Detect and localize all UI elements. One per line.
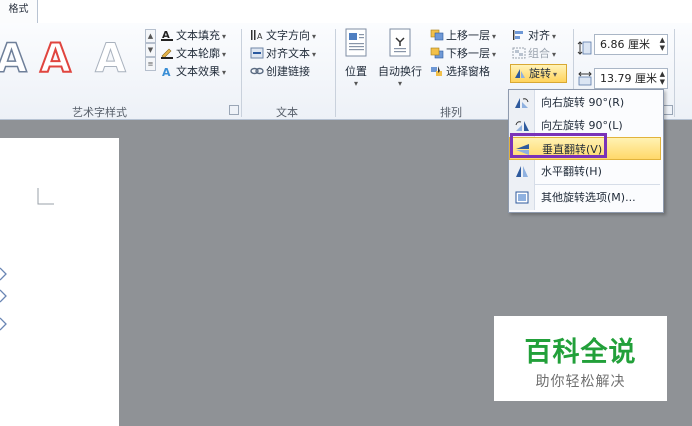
- gallery-down-button[interactable]: ▼: [145, 43, 156, 57]
- flip-horizontal-icon: [516, 166, 528, 177]
- wordart-dialog-launcher[interactable]: [229, 105, 239, 115]
- text-direction-button[interactable]: A 文字方向 ▾: [250, 27, 316, 45]
- menu-item-label: 其他旋转选项(M)...: [541, 191, 636, 204]
- text-fill-label: 文本填充: [176, 29, 220, 42]
- selection-pane-button[interactable]: 选择窗格: [430, 63, 490, 81]
- text-outline-button[interactable]: 文本轮廓 ▾: [160, 45, 226, 63]
- shape-height-icon: [577, 41, 592, 55]
- document-page[interactable]: [0, 138, 119, 426]
- text-fill-button[interactable]: A 文本填充 ▾: [160, 27, 226, 45]
- position-label: 位置: [345, 65, 367, 78]
- text-outline-label: 文本轮廓: [176, 47, 220, 60]
- align-text-button[interactable]: 对齐文本 ▾: [250, 45, 316, 63]
- gallery-up-button[interactable]: ▲: [145, 29, 156, 43]
- wordart-style-light[interactable]: A: [95, 37, 127, 82]
- rotate-icon: [515, 69, 525, 78]
- position-button[interactable]: 位置 ▾: [340, 28, 372, 88]
- align-icon: [513, 30, 523, 40]
- menu-separator: [535, 184, 660, 185]
- shape-width-input[interactable]: 13.79 厘米 ▲ ▼: [594, 68, 668, 89]
- svg-text:A: A: [257, 32, 263, 41]
- text-effect-icon: A: [162, 66, 171, 77]
- rotate-right-icon: [515, 98, 529, 108]
- title-bar: [0, 0, 692, 24]
- menu-item-label: 水平翻转(H): [541, 165, 602, 178]
- separator: [674, 29, 675, 117]
- text-outline-icon: [161, 48, 173, 59]
- align-button[interactable]: 对齐 ▾: [512, 27, 556, 45]
- height-spinner[interactable]: ▲ ▼: [660, 36, 665, 52]
- menu-item-rotate-right[interactable]: 向右旋转 90°(R): [509, 91, 661, 114]
- wrap-text-button[interactable]: 自动换行 ▾: [375, 28, 425, 88]
- gallery-more-button[interactable]: ≡: [145, 57, 156, 71]
- create-link-button[interactable]: 创建链接: [250, 63, 310, 81]
- link-icon: [250, 67, 264, 75]
- align-text-label: 对齐文本: [266, 47, 310, 60]
- group-icon: [512, 47, 526, 59]
- text-effect-button[interactable]: A 文本效果 ▾: [160, 63, 226, 81]
- tab-format[interactable]: 格式: [0, 0, 38, 23]
- position-icon: [345, 28, 367, 57]
- group-label: 组合: [528, 47, 550, 60]
- group-label-arrange: 排列: [440, 106, 462, 119]
- align-text-icon: [250, 47, 264, 59]
- group-label-text: 文本: [276, 106, 298, 119]
- size-dialog-launcher[interactable]: [663, 105, 673, 115]
- separator: [335, 29, 336, 117]
- watermark-title: 百科全说: [524, 337, 637, 368]
- text-fill-icon: A: [161, 30, 173, 41]
- wordart-style-outline[interactable]: A: [0, 36, 28, 82]
- annotation-highlight-box: [510, 133, 607, 158]
- bring-forward-button[interactable]: 上移一层 ▾: [430, 27, 496, 45]
- rotate-button[interactable]: 旋转 ▾: [510, 64, 567, 83]
- wrap-text-icon: [389, 28, 411, 57]
- wordart-style-red[interactable]: A: [39, 36, 72, 82]
- send-backward-button[interactable]: 下移一层 ▾: [430, 45, 496, 63]
- rotate-label: 旋转: [529, 67, 551, 80]
- width-spinner[interactable]: ▲ ▼: [660, 70, 665, 86]
- text-effect-label: 文本效果: [176, 65, 220, 78]
- align-label: 对齐: [528, 29, 550, 42]
- group-label-wordart: 艺术字样式: [72, 106, 127, 119]
- menu-item-more-rotation[interactable]: 其他旋转选项(M)...: [509, 186, 661, 209]
- rotate-left-icon: [515, 121, 529, 131]
- send-backward-icon: [430, 47, 444, 59]
- send-backward-label: 下移一层: [446, 47, 490, 60]
- svg-text:A: A: [162, 66, 171, 77]
- group-objects-button[interactable]: 组合 ▾: [512, 45, 556, 63]
- margin-corner-mark: [37, 188, 54, 205]
- separator: [241, 29, 242, 117]
- shape-height-input[interactable]: 6.86 厘米 ▲ ▼: [594, 34, 668, 55]
- wordart-shape-edge[interactable]: [0, 266, 14, 336]
- watermark-badge: 百科全说 助你轻松解决: [494, 316, 667, 401]
- more-rotation-icon: [515, 191, 529, 204]
- text-direction-icon: A: [251, 30, 263, 41]
- bring-forward-label: 上移一层: [446, 29, 490, 42]
- shape-height-value: 6.86 厘米: [600, 38, 650, 51]
- text-direction-label: 文字方向: [266, 29, 310, 42]
- shape-width-icon: [578, 71, 592, 86]
- menu-item-flip-horizontal[interactable]: 水平翻转(H): [509, 160, 661, 183]
- create-link-label: 创建链接: [266, 65, 310, 78]
- watermark-subtitle: 助你轻松解决: [535, 374, 626, 390]
- menu-item-label: 向右旋转 90°(R): [541, 96, 625, 109]
- bring-forward-icon: [430, 29, 444, 41]
- shape-width-value: 13.79 厘米: [600, 72, 657, 85]
- selection-pane-label: 选择窗格: [446, 65, 490, 78]
- selection-pane-icon: [431, 66, 442, 76]
- wrap-text-label: 自动换行: [378, 65, 422, 78]
